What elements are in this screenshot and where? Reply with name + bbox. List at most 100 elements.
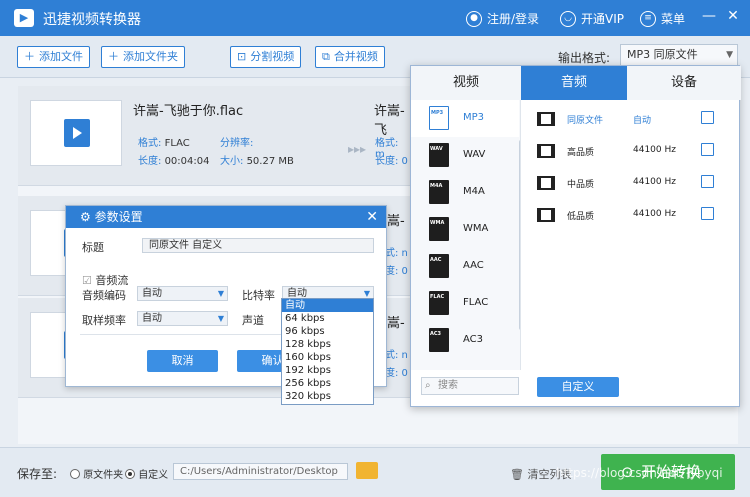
format-name: FLAC [463, 297, 489, 308]
format-value: FLAC [164, 138, 190, 149]
format-name: M4A [463, 186, 485, 197]
quality-item[interactable]: 同原文件 自动 [529, 110, 729, 130]
edit-icon[interactable] [701, 175, 714, 188]
bitrate-option[interactable]: 192 kbps [282, 364, 373, 377]
vip-label: 开通VIP [581, 12, 624, 26]
format-item-flac[interactable]: FLAC FLAC [411, 285, 519, 322]
audio-stream-checkbox[interactable]: ☑ 音频流 [82, 272, 128, 288]
format-panel: 视频 音频 设备 MP3 MP3 WAV WAV M4A M4A WMA WMA AAC… [410, 65, 741, 407]
custom-button[interactable]: 自定义 [537, 377, 619, 397]
source-folder-label: 原文件夹 [83, 470, 124, 481]
film-icon [537, 112, 555, 126]
file-item[interactable]: 许嵩-飞驰于你.flac 格式: FLAC 分辨率: 长度: 00:04:04 … [18, 86, 410, 186]
format-search-input[interactable]: ⌕ 搜索 [421, 377, 519, 395]
close-icon[interactable]: ✕ [724, 8, 742, 24]
radio-icon [70, 469, 80, 479]
wma-file-icon: WMA [429, 217, 449, 241]
format-scrollbar[interactable] [519, 140, 520, 330]
dialog-title: 参数设置 [94, 210, 143, 224]
play-icon [64, 119, 90, 147]
edit-icon[interactable] [701, 111, 714, 124]
wav-file-icon: WAV [429, 143, 449, 167]
title-bar: ▶ 迅捷视频转换器 ● 注册/登录 ◡ 开通VIP ≡ 菜单 — ✕ [0, 0, 750, 36]
quality-value: 44100 Hz [633, 209, 676, 219]
bitrate-option[interactable]: 320 kbps [282, 390, 373, 403]
merge-icon: ⧉ [322, 50, 330, 63]
add-folder-button[interactable]: ＋ 添加文件夹 [101, 46, 185, 68]
title-input[interactable]: 同原文件 自定义 [142, 238, 374, 253]
flac-file-icon: FLAC [429, 291, 449, 315]
add-file-label: 添加文件 [39, 50, 83, 63]
format-item-mp3[interactable]: MP3 MP3 [411, 100, 519, 137]
tab-video[interactable]: 视频 [411, 66, 521, 100]
quality-name: 中品质 [567, 180, 595, 190]
quality-value: 44100 Hz [633, 177, 676, 187]
checkbox-icon: ☑ [82, 274, 92, 287]
bitrate-option[interactable]: 64 kbps [282, 312, 373, 325]
vip-button[interactable]: ◡ 开通VIP [560, 10, 624, 27]
bitrate-option[interactable]: 256 kbps [282, 377, 373, 390]
quality-item[interactable]: 低品质 44100 Hz [529, 206, 729, 226]
bitrate-option[interactable]: 96 kbps [282, 325, 373, 338]
format-item-ac3[interactable]: AC3 AC3 [411, 322, 519, 359]
codec-select[interactable]: 自动 ▼ [137, 286, 228, 301]
format-item-aac[interactable]: AAC AAC [411, 248, 519, 285]
cancel-button[interactable]: 取消 [147, 350, 218, 372]
edit-icon[interactable] [701, 207, 714, 220]
source-folder-option[interactable]: 原文件夹 [70, 466, 123, 481]
watermark: https://blog.csdn.net/Tybyqi [556, 466, 723, 480]
quality-value: 自动 [633, 116, 652, 126]
format-item-wma[interactable]: WMA WMA [411, 211, 519, 248]
format-key: 格式: [138, 138, 162, 149]
output-path-input[interactable]: C:/Users/Administrator/Desktop [173, 463, 348, 480]
format-name: AAC [463, 260, 484, 271]
app-logo-icon: ▶ [14, 9, 34, 27]
menu-button[interactable]: ≡ 菜单 [640, 10, 685, 27]
quality-item[interactable]: 高品质 44100 Hz [529, 142, 729, 162]
bitrate-option[interactable]: 160 kbps [282, 351, 373, 364]
minimize-icon[interactable]: — [700, 8, 718, 24]
add-folder-label: 添加文件夹 [123, 50, 178, 63]
film-icon [537, 144, 555, 158]
m4a-icon-text: M4A [430, 183, 443, 189]
arrow-right-icon: ▸▸▸ [348, 142, 367, 156]
output-duration: 长度: 0 [375, 156, 408, 167]
folder-icon[interactable] [356, 462, 378, 479]
sample-rate-select[interactable]: 自动 ▼ [137, 311, 228, 326]
tab-device[interactable]: 设备 [627, 66, 741, 100]
chevron-down-icon: ▼ [217, 289, 224, 298]
split-icon: ⊡ [237, 50, 247, 63]
menu-label: 菜单 [661, 12, 686, 26]
custom-folder-option[interactable]: 自定义 [125, 466, 168, 481]
bitrate-option[interactable]: 自动 [282, 299, 373, 312]
quality-name: 高品质 [567, 148, 595, 158]
split-video-button[interactable]: ⊡ 分割视频 [230, 46, 302, 68]
custom-folder-label: 自定义 [138, 470, 169, 481]
channel-label: 声道 [242, 314, 264, 327]
bitrate-dropdown: 自动 64 kbps 96 kbps 128 kbps 160 kbps 192… [281, 298, 374, 405]
output-format-select[interactable]: MP3 同原文件 ▼ [620, 44, 738, 66]
quality-item[interactable]: 中品质 44100 Hz [529, 174, 729, 194]
duration-key: 长度: [138, 156, 162, 167]
plus-icon: ＋ [24, 50, 35, 63]
format-list: MP3 MP3 WAV WAV M4A M4A WMA WMA AAC AAC FLAC F… [411, 100, 521, 370]
close-icon[interactable]: ✕ [366, 206, 378, 228]
mp3-file-icon: MP3 [429, 106, 449, 130]
tab-audio[interactable]: 音频 [521, 66, 627, 100]
format-item-m4a[interactable]: M4A M4A [411, 174, 519, 211]
layers-icon: ≡ [640, 10, 656, 27]
edit-icon[interactable] [701, 143, 714, 156]
format-name: WMA [463, 223, 489, 234]
merge-video-button[interactable]: ⧉ 合并视频 [315, 46, 385, 68]
format-item-wav[interactable]: WAV WAV [411, 137, 519, 174]
resolution-key: 分辨率: [220, 138, 254, 149]
login-button[interactable]: ● 注册/登录 [466, 10, 539, 27]
add-file-button[interactable]: ＋ 添加文件 [17, 46, 90, 68]
bitrate-label: 比特率 [242, 289, 275, 302]
gear-icon: ⚙ [80, 210, 91, 224]
chevron-down-icon: ▼ [726, 50, 733, 60]
format-name: MP3 [463, 112, 485, 123]
wav-icon-text: WAV [430, 146, 443, 152]
bitrate-option[interactable]: 128 kbps [282, 338, 373, 351]
file-name: 许嵩-飞驰于你.flac [133, 104, 244, 119]
